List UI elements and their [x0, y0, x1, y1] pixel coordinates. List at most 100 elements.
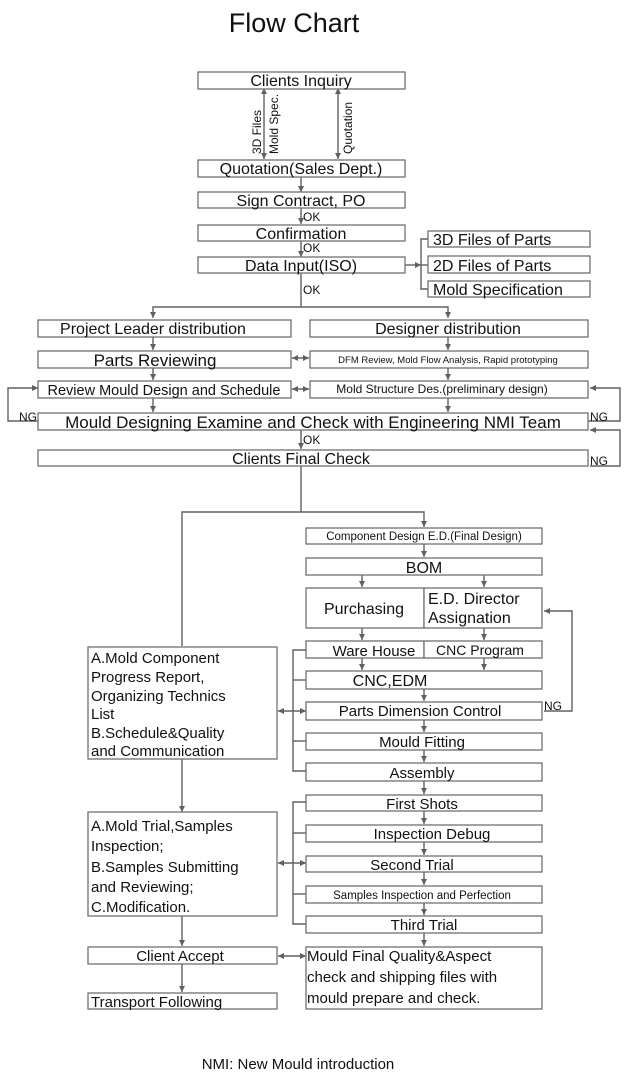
- svg-text:CNC Program: CNC Program: [436, 642, 524, 658]
- node-cnc-program: CNC Program: [423, 640, 543, 659]
- svg-text:E.D. Director: E.D. Director: [428, 591, 520, 608]
- chart-title: Flow Chart: [229, 8, 360, 38]
- node-ed-director: E.D. Director Assignation: [423, 587, 543, 629]
- svg-text:Client Accept: Client Accept: [136, 948, 224, 965]
- svg-text:List: List: [91, 706, 115, 723]
- label-quotation: Quotation: [341, 102, 355, 154]
- node-client-accept: Client Accept: [87, 946, 278, 965]
- svg-text:Mold Specification: Mold Specification: [433, 282, 563, 299]
- node-progress-report: A.Mold Component Progress Report, Organi…: [87, 646, 278, 760]
- svg-text:mould prepare and check.: mould prepare and check.: [307, 990, 480, 1007]
- svg-text:A.Mold Trial,Samples: A.Mold Trial,Samples: [91, 818, 233, 835]
- svg-text:Mold Structure Des.(preliminar: Mold Structure Des.(preliminary design): [336, 382, 547, 396]
- node-samples-inspection: Samples Inspection and Perfection: [305, 885, 543, 904]
- svg-text:Mould Designing Examine and Ch: Mould Designing Examine and Check with E…: [65, 413, 561, 432]
- node-inspection-debug: Inspection Debug: [305, 824, 543, 843]
- svg-text:Assembly: Assembly: [389, 765, 455, 782]
- node-parts-reviewing: Parts Reviewing: [37, 350, 292, 370]
- svg-text:Inspection;: Inspection;: [91, 838, 164, 855]
- svg-text:C.Modification.: C.Modification.: [91, 899, 190, 916]
- svg-text:and Reviewing;: and Reviewing;: [91, 879, 194, 896]
- svg-text:Component Design E.D.(Final De: Component Design E.D.(Final Design): [326, 531, 522, 543]
- svg-text:Quotation(Sales Dept.): Quotation(Sales Dept.): [220, 161, 383, 178]
- node-second-trial: Second Trial: [305, 855, 543, 874]
- svg-text:B.Samples Submitting: B.Samples Submitting: [91, 859, 239, 876]
- svg-text:check and shipping files with: check and shipping files with: [307, 969, 497, 986]
- node-transport-following: Transport Following: [87, 992, 278, 1011]
- svg-text:Inspection Debug: Inspection Debug: [374, 826, 491, 843]
- node-confirmation: Confirmation: [197, 224, 406, 243]
- svg-text:Purchasing: Purchasing: [324, 601, 404, 618]
- svg-text:Organizing Technics: Organizing Technics: [91, 688, 226, 705]
- split-line: [150, 306, 451, 318]
- svg-text:First Shots: First Shots: [386, 796, 458, 813]
- footnote: NMI: New Mould introduction: [202, 1056, 395, 1073]
- svg-text:Progress Report,: Progress Report,: [91, 669, 204, 686]
- node-component-design: Component Design E.D.(Final Design): [305, 527, 543, 545]
- label-mold-spec: Mold Spec.: [267, 94, 281, 154]
- files-bracket: [420, 238, 428, 290]
- label-ok-4: OK: [303, 433, 320, 447]
- flow-chart: Flow Chart Clients Inquiry 3D Files Mold…: [7, 8, 621, 1073]
- node-mould-fitting: Mould Fitting: [305, 732, 543, 751]
- node-ware-house: Ware House: [305, 640, 425, 660]
- svg-text:Ware House: Ware House: [333, 643, 416, 660]
- svg-text:Parts Reviewing: Parts Reviewing: [94, 351, 217, 370]
- svg-text:BOM: BOM: [406, 560, 442, 577]
- label-ok-3: OK: [303, 283, 320, 297]
- label-ng-pdc: NG: [544, 699, 562, 713]
- node-3d-files: 3D Files of Parts: [427, 230, 591, 249]
- node-project-leader: Project Leader distribution: [37, 319, 292, 338]
- node-parts-dimension-control: Parts Dimension Control: [305, 701, 543, 721]
- node-2d-files: 2D Files of Parts: [427, 255, 591, 275]
- svg-text:2D Files of Parts: 2D Files of Parts: [433, 258, 551, 275]
- node-clients-final-check: Clients Final Check: [37, 449, 589, 468]
- node-assembly: Assembly: [305, 762, 543, 782]
- ng-loop-pdc: [544, 608, 573, 712]
- svg-text:Data Input(ISO): Data Input(ISO): [245, 258, 357, 275]
- node-dfm-review: DFM Review, Mold Flow Analysis, Rapid pr…: [309, 350, 589, 369]
- svg-text:Second Trial: Second Trial: [370, 857, 453, 874]
- svg-text:Parts Dimension Control: Parts Dimension Control: [339, 703, 502, 720]
- svg-text:B.Schedule&Quality: B.Schedule&Quality: [91, 725, 225, 742]
- svg-text:Designer distribution: Designer distribution: [375, 321, 521, 338]
- svg-text:Clients Final Check: Clients Final Check: [232, 451, 371, 468]
- svg-text:Mould Final Quality&Aspect: Mould Final Quality&Aspect: [307, 948, 492, 965]
- svg-text:3D Files of Parts: 3D Files of Parts: [433, 232, 551, 249]
- svg-text:Mould Fitting: Mould Fitting: [379, 734, 465, 751]
- label-ok-1: OK: [303, 210, 320, 224]
- node-mold-trial: A.Mold Trial,Samples Inspection; B.Sampl…: [87, 811, 278, 917]
- node-cnc-edm: CNC,EDM: [305, 670, 543, 690]
- node-quotation-sales: Quotation(Sales Dept.): [197, 159, 406, 178]
- svg-text:and Communication: and Communication: [91, 743, 224, 760]
- svg-text:CNC,EDM: CNC,EDM: [353, 673, 428, 690]
- node-purchasing: Purchasing: [305, 587, 425, 629]
- svg-text:Transport Following: Transport Following: [91, 994, 222, 1011]
- svg-text:A.Mold Component: A.Mold Component: [91, 650, 220, 667]
- node-data-input: Data Input(ISO): [197, 256, 406, 275]
- node-designer-distribution: Designer distribution: [309, 319, 589, 338]
- svg-text:Clients Inquiry: Clients Inquiry: [250, 73, 351, 90]
- svg-text:Project Leader distribution: Project Leader distribution: [60, 321, 246, 338]
- svg-text:Review Mould Design and Schedu: Review Mould Design and Schedule: [48, 383, 281, 399]
- svg-text:Samples Inspection and Perfect: Samples Inspection and Perfection: [333, 890, 511, 902]
- svg-text:Assignation: Assignation: [428, 610, 511, 627]
- svg-text:DFM Review, Mold Flow Analysis: DFM Review, Mold Flow Analysis, Rapid pr…: [338, 355, 558, 366]
- node-clients-inquiry: Clients Inquiry: [197, 71, 406, 90]
- node-final-quality: Mould Final Quality&Aspect check and shi…: [305, 946, 543, 1010]
- label-3d-files: 3D Files: [250, 110, 264, 154]
- node-mould-examine: Mould Designing Examine and Check with E…: [37, 412, 589, 432]
- node-third-trial: Third Trial: [305, 915, 543, 934]
- svg-text:Third Trial: Third Trial: [391, 917, 458, 934]
- node-first-shots: First Shots: [305, 794, 543, 813]
- svg-text:Confirmation: Confirmation: [256, 226, 347, 243]
- node-bom: BOM: [305, 557, 543, 577]
- label-ok-2: OK: [303, 241, 320, 255]
- label-ng-final: NG: [590, 454, 608, 468]
- label-ng-right: NG: [590, 410, 608, 424]
- svg-text:Sign Contract, PO: Sign Contract, PO: [237, 193, 366, 210]
- node-mold-spec: Mold Specification: [427, 280, 591, 299]
- node-sign-contract: Sign Contract, PO: [197, 191, 406, 210]
- node-review-mould-design: Review Mould Design and Schedule: [37, 380, 292, 399]
- label-ng-left: NG: [19, 410, 37, 424]
